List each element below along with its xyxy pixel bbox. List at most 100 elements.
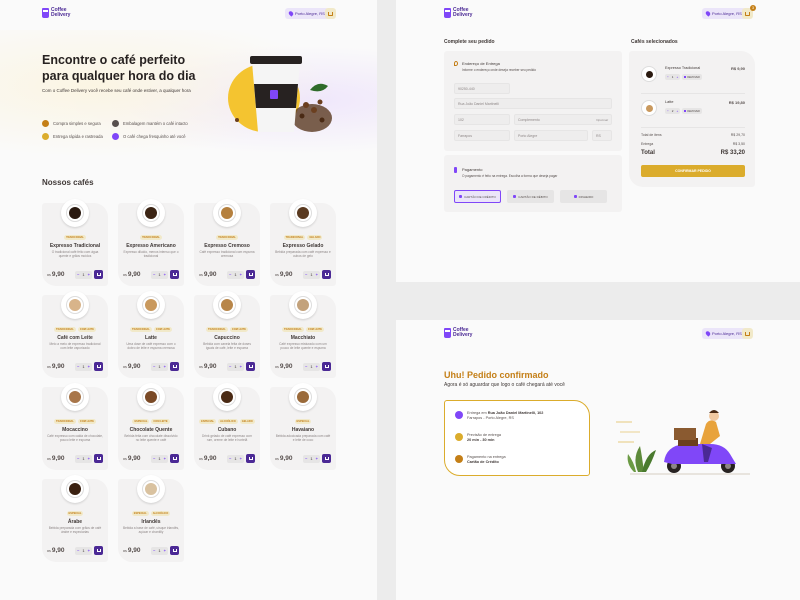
payment-debit-card[interactable]: CARTÃO DE DÉBITO — [507, 190, 554, 203]
brand-logo[interactable]: Coffee Delivery — [444, 328, 475, 338]
quantity-stepper[interactable]: −1 + — [151, 546, 168, 555]
add-to-cart-button[interactable] — [94, 362, 103, 371]
minus-icon[interactable]: − — [153, 456, 155, 461]
confirm-order-button[interactable]: CONFIRMAR PEDIDO — [641, 165, 745, 177]
add-to-cart-button[interactable] — [170, 546, 179, 555]
price-value: 9,90 — [51, 363, 65, 370]
plus-icon[interactable]: + — [316, 272, 318, 277]
minus-icon[interactable]: − — [77, 364, 79, 369]
coffee-image — [641, 100, 657, 116]
number-input[interactable]: 102 — [454, 114, 510, 125]
quantity-stepper[interactable]: −1 + — [151, 270, 168, 279]
payment-credit-card[interactable]: CARTÃO DE CRÉDITO — [454, 190, 501, 203]
product-tag: ESPECIAL — [131, 511, 149, 516]
quantity-stepper[interactable]: −2 + — [665, 108, 681, 114]
add-to-cart-button[interactable] — [246, 362, 255, 371]
add-to-cart-button[interactable] — [170, 362, 179, 371]
plus-icon[interactable]: + — [240, 364, 242, 369]
coffee-liquid — [145, 207, 157, 219]
plus-icon[interactable]: + — [316, 364, 318, 369]
remove-button[interactable]: REMOVER — [682, 108, 702, 114]
plus-icon[interactable]: + — [88, 456, 90, 461]
plus-icon[interactable]: + — [240, 272, 242, 277]
brand-name: Coffee Delivery — [51, 7, 71, 18]
plus-icon[interactable]: + — [676, 109, 678, 113]
quantity-stepper[interactable]: −1 + — [227, 362, 244, 371]
minus-icon[interactable]: − — [305, 364, 307, 369]
add-to-cart-button[interactable] — [94, 270, 103, 279]
add-to-cart-button[interactable] — [246, 454, 255, 463]
minus-icon[interactable]: − — [77, 456, 79, 461]
timer-icon — [455, 433, 463, 441]
add-to-cart-button[interactable] — [322, 270, 331, 279]
location-badge[interactable]: Porto Alegre, RS — [285, 8, 329, 19]
quantity-stepper[interactable]: −1 + — [303, 454, 320, 463]
add-to-cart-button[interactable] — [94, 546, 103, 555]
remove-button[interactable]: REMOVER — [682, 74, 702, 80]
state-input[interactable]: RS — [592, 130, 612, 141]
quantity-stepper[interactable]: −1 + — [151, 454, 168, 463]
buy-controls: −1 + — [227, 270, 255, 279]
minus-icon[interactable]: − — [229, 272, 231, 277]
add-to-cart-button[interactable] — [246, 270, 255, 279]
quantity-stepper[interactable]: −1 + — [227, 270, 244, 279]
add-to-cart-button[interactable] — [170, 454, 179, 463]
quantity-stepper[interactable]: −1 + — [151, 362, 168, 371]
complement-input[interactable]: Complemento Opcional — [514, 114, 612, 125]
brand-logo[interactable]: Coffee Delivery — [444, 8, 475, 18]
minus-icon[interactable]: − — [305, 456, 307, 461]
product-card: TRADICIONAL GELADO Expresso Gelado Bebida p… — [270, 199, 336, 286]
minus-icon[interactable]: − — [667, 75, 669, 79]
add-to-cart-button[interactable] — [322, 454, 331, 463]
minus-icon[interactable]: − — [229, 456, 231, 461]
plus-icon[interactable]: + — [676, 75, 678, 79]
product-card: ESPECIAL ALCOÓLICO GELADO Cubano Drink gelad… — [194, 383, 260, 470]
plus-icon[interactable]: + — [240, 456, 242, 461]
add-to-cart-button[interactable] — [322, 362, 331, 371]
minus-icon[interactable]: − — [305, 272, 307, 277]
coffee-liquid — [646, 105, 653, 112]
quantity-stepper[interactable]: −1 + — [75, 454, 92, 463]
product-price: R$ 9,90 — [123, 547, 141, 554]
quantity-stepper[interactable]: −1 + — [75, 362, 92, 371]
minus-icon[interactable]: − — [77, 272, 79, 277]
plus-icon[interactable]: + — [88, 548, 90, 553]
quantity-stepper[interactable]: −1 + — [665, 74, 681, 80]
quantity-stepper[interactable]: −1 + — [75, 546, 92, 555]
payment-cash[interactable]: DINHEIRO — [560, 190, 607, 203]
neighborhood-input[interactable]: Farrapos — [454, 130, 510, 141]
plus-icon[interactable]: + — [88, 272, 90, 277]
brand-logo[interactable]: Coffee Delivery — [42, 8, 73, 18]
minus-icon[interactable]: − — [153, 272, 155, 277]
tag-list: ESPECIAL ALCOÓLICO GELADO — [194, 419, 260, 424]
cart-button[interactable] — [325, 8, 336, 19]
quantity-value: 1 — [82, 548, 85, 553]
minus-icon[interactable]: − — [229, 364, 231, 369]
coffee-liquid — [69, 391, 81, 403]
cart-button[interactable]: 3 — [742, 5, 756, 19]
cep-input[interactable]: 90250-440 — [454, 83, 510, 94]
add-to-cart-button[interactable] — [94, 454, 103, 463]
minus-icon[interactable]: − — [153, 364, 155, 369]
minus-icon[interactable]: − — [77, 548, 79, 553]
minus-icon[interactable]: − — [153, 548, 155, 553]
location-badge[interactable]: Porto Alegre, RS — [702, 8, 746, 19]
product-description: Bebida preparada com grãos de café árabe… — [48, 526, 102, 534]
quantity-value: 1 — [310, 272, 313, 277]
cart-button[interactable] — [742, 328, 753, 339]
plus-icon[interactable]: + — [164, 456, 166, 461]
add-to-cart-button[interactable] — [170, 270, 179, 279]
plus-icon[interactable]: + — [88, 364, 90, 369]
street-input[interactable]: Rua João Daniel Martinelli — [454, 98, 612, 109]
plus-icon[interactable]: + — [164, 548, 166, 553]
plus-icon[interactable]: + — [316, 456, 318, 461]
plus-icon[interactable]: + — [164, 272, 166, 277]
plus-icon[interactable]: + — [164, 364, 166, 369]
minus-icon[interactable]: − — [667, 109, 669, 113]
quantity-stepper[interactable]: −1 + — [303, 362, 320, 371]
quantity-stepper[interactable]: −1 + — [303, 270, 320, 279]
quantity-stepper[interactable]: −1 + — [75, 270, 92, 279]
location-badge[interactable]: Porto Alegre, RS — [702, 328, 746, 339]
quantity-stepper[interactable]: −1 + — [227, 454, 244, 463]
city-input[interactable]: Porto Alegre — [514, 130, 588, 141]
